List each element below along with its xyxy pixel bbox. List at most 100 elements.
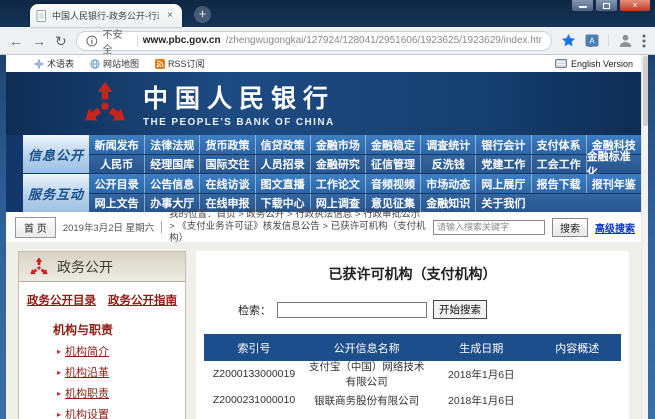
english-version-link[interactable]: English Version <box>555 59 633 69</box>
cell-date: 2018年1月6日 <box>429 367 533 382</box>
sidebar-item[interactable]: 机构职责 <box>57 385 185 401</box>
start-search-button[interactable]: 开始搜索 <box>433 300 487 319</box>
sidebar-link-guide[interactable]: 政务公开指南 <box>108 292 177 308</box>
nav-item[interactable]: 经理国库 <box>144 155 199 173</box>
nav-item[interactable]: 音频视频 <box>365 174 420 193</box>
glossary-link[interactable]: 术语表 <box>34 57 74 70</box>
advanced-search-link[interactable]: 高级搜索 <box>595 220 635 235</box>
home-button[interactable]: 首 页 <box>15 217 56 238</box>
pbc-logo-icon <box>82 81 128 127</box>
nav-item[interactable]: 人员招录 <box>255 155 310 173</box>
nav-item[interactable]: 人民币 <box>89 155 144 173</box>
reload-button[interactable] <box>55 34 67 48</box>
nav-item[interactable]: 金融研究 <box>310 155 365 173</box>
maximize-button[interactable] <box>595 0 618 12</box>
nav-item[interactable]: 党建工作 <box>475 155 530 173</box>
nav-item[interactable]: 网上展厅 <box>475 174 530 193</box>
site-search-input[interactable] <box>433 220 545 235</box>
nav-item[interactable]: 图文直播 <box>255 174 310 193</box>
menu-kebab-icon[interactable] <box>642 34 646 48</box>
nav-group-info: 信息公开 新闻发布法律法规货币政策信贷政策金融市场金融稳定调查统计银行会计支付体… <box>23 135 641 173</box>
table-row[interactable]: Z2000133000019 支付宝（中国）网络技术有限公司 2018年1月6日 <box>204 361 621 387</box>
sidebar-item[interactable]: 机构沿革 <box>57 364 185 380</box>
url-host: www.pbc.gov.cn <box>143 35 221 46</box>
nav-item[interactable]: 网上文告 <box>89 194 144 212</box>
breadcrumb-bar: 首 页 2019年3月2日 星期六 我的位置：首页 > 政务公开 > 行政执法信… <box>6 212 641 242</box>
sidebar-link-catalog[interactable]: 政务公开目录 <box>27 292 96 308</box>
nav-item[interactable]: 调查统计 <box>420 135 475 154</box>
nav-row: 人民币经理国库国际交往人员招录金融研究征信管理反洗钱党建工作工会工作金融标准化 <box>89 154 641 173</box>
nav-item[interactable]: 报刊年鉴 <box>586 174 641 193</box>
url-path: /zhengwugongkai/127924/128041/2951606/19… <box>226 35 542 46</box>
sidebar-item[interactable]: 机构简介 <box>57 343 185 359</box>
nav-item[interactable]: 国际交往 <box>199 155 254 173</box>
minimize-button[interactable] <box>571 0 594 12</box>
list-search-input[interactable] <box>277 302 427 318</box>
rss-label: RSS订阅 <box>168 57 205 70</box>
nav-section-info-disclosure[interactable]: 信息公开 <box>23 135 89 173</box>
bullet-triangle-icon <box>57 347 61 356</box>
browser-toolbar: 不安全 www.pbc.gov.cn /zhengwugongkai/12792… <box>0 27 655 55</box>
nav-item[interactable]: 反洗钱 <box>420 155 475 173</box>
tab-title: 中国人民银行-政务公开-行政执 <box>52 9 159 22</box>
page-viewport: 术语表 网站地图 <box>6 55 648 419</box>
nav-item[interactable]: 公告信息 <box>144 174 199 193</box>
list-search-label: 检索： <box>238 302 271 318</box>
address-bar[interactable]: 不安全 www.pbc.gov.cn /zhengwugongkai/12792… <box>76 31 552 51</box>
table-row[interactable]: Z2000231000010 银联商务股份有限公司 2018年1月6日 <box>204 387 621 413</box>
sidebar-item[interactable]: 机构设置 <box>57 406 185 419</box>
nav-item[interactable]: 工作论文 <box>310 174 365 193</box>
scrollbar-track[interactable] <box>641 55 648 419</box>
new-tab-button[interactable] <box>194 6 211 23</box>
nav-item[interactable]: 报告下载 <box>531 174 586 193</box>
utility-bar: 术语表 网站地图 <box>6 55 641 72</box>
sidebar: 政务公开 政务公开目录 政务公开指南 机构与职责 机构简介 <box>18 251 186 419</box>
nav-item[interactable]: 市场动态 <box>420 174 475 193</box>
table-header-cell: 索引号 <box>204 340 304 356</box>
rss-link[interactable]: RSS订阅 <box>155 57 205 70</box>
translate-icon[interactable]: A <box>585 34 599 48</box>
breadcrumb-trail[interactable]: 我的位置：首页 > 政务公开 > 行政执法信息 > 行政审批公示 > 《支付业务… <box>169 209 426 245</box>
sidebar-item-label: 机构设置 <box>65 406 109 419</box>
cell-org-name[interactable]: 支付宝（中国）网络技术有限公司 <box>304 359 429 389</box>
table-header-row: 索引号 公开信息名称 生成日期 内容概述 <box>204 334 621 361</box>
nav-item[interactable]: 货币政策 <box>199 135 254 154</box>
cell-org-name[interactable]: 银联商务股份有限公司 <box>304 393 429 408</box>
close-button[interactable] <box>619 0 651 12</box>
nav-item[interactable]: 银行会计 <box>475 135 530 154</box>
nav-item[interactable]: 公开目录 <box>89 174 144 193</box>
nav-item[interactable]: 在线访谈 <box>199 174 254 193</box>
nav-item[interactable]: 法律法规 <box>144 135 199 154</box>
forward-button[interactable] <box>32 34 46 48</box>
sidebar-header: 政务公开 <box>19 252 185 282</box>
nav-item[interactable]: 金融知识 <box>420 194 475 212</box>
sitemap-link[interactable]: 网站地图 <box>90 57 139 70</box>
info-icon[interactable] <box>86 35 98 47</box>
table-row[interactable]: Z2000311000013 资和信电子支付有限公司 2018年5月3日 <box>204 413 621 419</box>
tab-close-icon[interactable] <box>164 10 176 22</box>
nav-item[interactable]: 支付体系 <box>531 135 586 154</box>
back-button[interactable] <box>9 34 23 48</box>
bookmark-star-icon[interactable] <box>561 33 576 48</box>
nav-item[interactable]: 金融稳定 <box>365 135 420 154</box>
rss-icon <box>155 59 165 69</box>
nav-item[interactable]: 新闻发布 <box>89 135 144 154</box>
nav-item[interactable]: 关于我们 <box>475 194 530 212</box>
nav-item[interactable]: 工会工作 <box>531 155 586 173</box>
nav-item[interactable]: 征信管理 <box>365 155 420 173</box>
scrollbar-thumb[interactable] <box>643 56 648 126</box>
nav-section-service-interaction[interactable]: 服务互动 <box>23 174 89 212</box>
sidebar-title: 政务公开 <box>57 257 113 277</box>
content-area: 政务公开 政务公开目录 政务公开指南 机构与职责 机构简介 <box>6 242 641 419</box>
nav-item[interactable]: 金融市场 <box>310 135 365 154</box>
page-favicon-icon <box>36 10 47 22</box>
nav-item[interactable]: 金融标准化 <box>586 155 641 173</box>
site-search-button[interactable]: 搜索 <box>552 218 588 237</box>
page-title: 已获许可机构（支付机构） <box>196 264 629 284</box>
browser-tab[interactable]: 中国人民银行-政务公开-行政执 <box>30 4 182 27</box>
titlebar: 中国人民银行-政务公开-行政执 <box>0 0 655 27</box>
bullet-triangle-icon <box>57 410 61 419</box>
nav-item[interactable]: 信贷政策 <box>255 135 310 154</box>
avatar-icon[interactable] <box>618 33 633 48</box>
close-icon <box>632 0 637 11</box>
